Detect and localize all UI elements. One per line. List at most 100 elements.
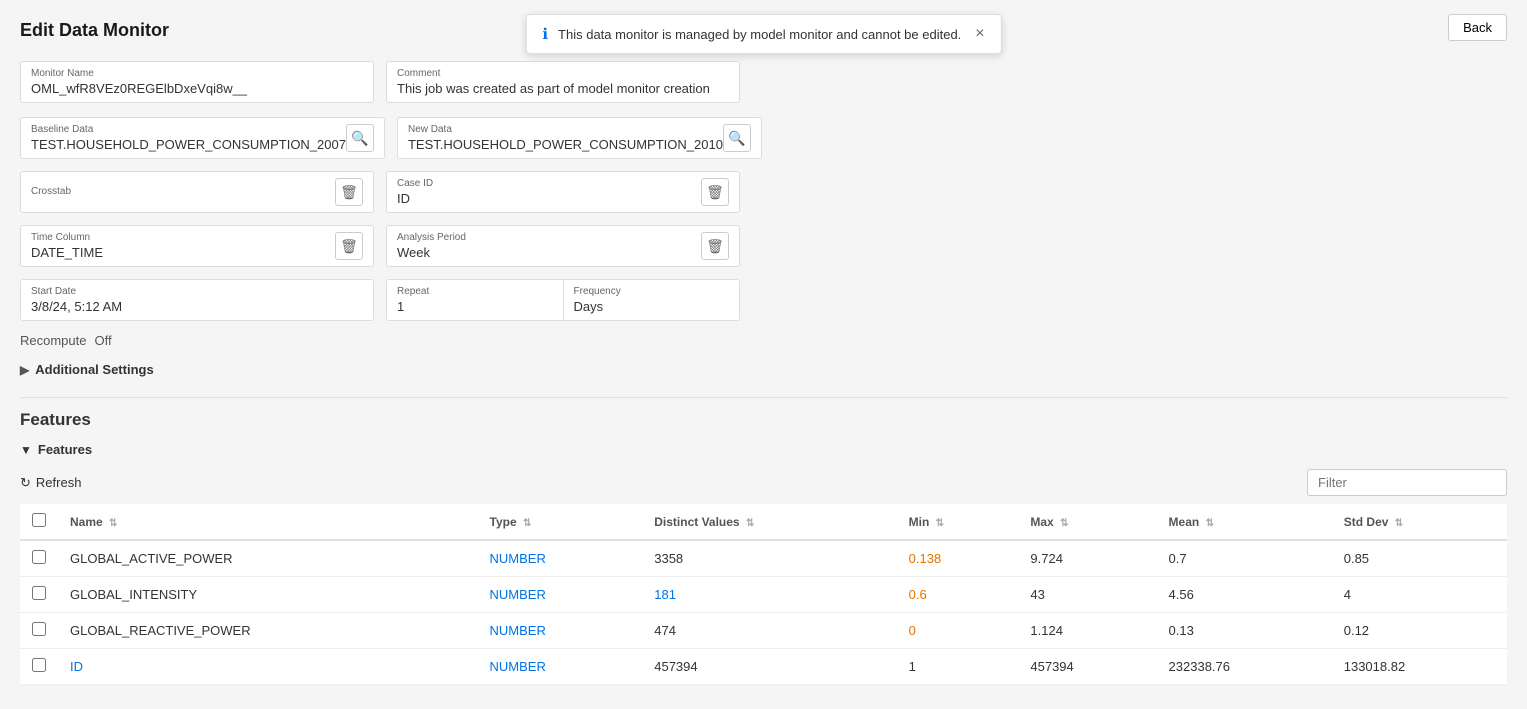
table-row: GLOBAL_REACTIVE_POWER NUMBER 474 0 1.124…: [20, 613, 1507, 649]
row-checkbox-2[interactable]: [32, 622, 46, 636]
monitor-name-value: OML_wfR8VEz0REGElbDxeVqi8w__: [31, 81, 363, 96]
table-row: GLOBAL_INTENSITY NUMBER 181 0.6 43 4.56 …: [20, 577, 1507, 613]
row-mean: 0.7: [1157, 540, 1332, 577]
sort-icon-min: ⇅: [936, 518, 944, 529]
row-checkbox-cell: [20, 540, 58, 577]
row-mean: 4.56: [1157, 577, 1332, 613]
refresh-icon: ↻: [20, 475, 31, 491]
additional-settings-toggle[interactable]: ▶ Additional Settings: [20, 362, 1507, 377]
row-distinct: 474: [642, 613, 896, 649]
new-data-value: TEST.HOUSEHOLD_POWER_CONSUMPTION_2010: [408, 137, 723, 152]
monitor-name-field: Monitor Name OML_wfR8VEz0REGElbDxeVqi8w_…: [20, 61, 374, 103]
row-checkbox-1[interactable]: [32, 586, 46, 600]
row-name: GLOBAL_ACTIVE_POWER: [58, 540, 478, 577]
back-button[interactable]: Back: [1448, 14, 1507, 41]
col-name[interactable]: Name ⇅: [58, 504, 478, 540]
chevron-down-icon: ▼: [20, 443, 32, 457]
refresh-label: Refresh: [36, 475, 82, 490]
col-min[interactable]: Min ⇅: [897, 504, 1019, 540]
row-name: GLOBAL_REACTIVE_POWER: [58, 613, 478, 649]
repeat-field: Repeat 1: [386, 279, 564, 321]
baseline-data-search-button[interactable]: 🔍: [346, 124, 374, 152]
row-checkbox-3[interactable]: [32, 658, 46, 672]
time-analysis-row: Time Column DATE_TIME 🗑 Analysis Period …: [20, 225, 740, 267]
features-subtitle: Features: [38, 442, 92, 457]
section-divider: [20, 397, 1507, 398]
table-row: ID NUMBER 457394 1 457394 232338.76 1330…: [20, 649, 1507, 685]
page-container: Edit Data Monitor ℹ This data monitor is…: [0, 0, 1527, 709]
new-data-search-button[interactable]: 🔍: [723, 124, 751, 152]
row-type: NUMBER: [478, 577, 643, 613]
col-mean[interactable]: Mean ⇅: [1157, 504, 1332, 540]
row-min: 1: [897, 649, 1019, 685]
row-stddev: 0.12: [1332, 613, 1507, 649]
col-max[interactable]: Max ⇅: [1018, 504, 1156, 540]
frequency-label: Frequency: [574, 286, 730, 297]
row-checkbox-cell: [20, 613, 58, 649]
row-max: 457394: [1018, 649, 1156, 685]
additional-settings-label: Additional Settings: [35, 362, 153, 377]
case-id-field: Case ID ID 🗑: [386, 171, 740, 213]
row-checkbox-cell: [20, 577, 58, 613]
start-date-value: 3/8/24, 5:12 AM: [31, 299, 363, 314]
row-min[interactable]: 0.6: [897, 577, 1019, 613]
col-stddev[interactable]: Std Dev ⇅: [1332, 504, 1507, 540]
info-icon: ℹ: [542, 25, 548, 43]
start-repeat-row: Start Date 3/8/24, 5:12 AM Repeat 1 Freq…: [20, 279, 740, 321]
row-mean: 0.13: [1157, 613, 1332, 649]
repeat-label: Repeat: [397, 286, 553, 297]
col-type[interactable]: Type ⇅: [478, 504, 643, 540]
time-column-value: DATE_TIME: [31, 245, 335, 260]
time-column-field: Time Column DATE_TIME 🗑: [20, 225, 374, 267]
analysis-period-value: Week: [397, 245, 701, 260]
refresh-button[interactable]: ↻ Refresh: [20, 475, 81, 491]
recompute-row: Recompute Off: [20, 333, 1507, 348]
time-column-label: Time Column: [31, 232, 335, 243]
analysis-period-label: Analysis Period: [397, 232, 701, 243]
row-min[interactable]: 0.138: [897, 540, 1019, 577]
toast-close-button[interactable]: ×: [975, 25, 984, 43]
comment-field: Comment This job was created as part of …: [386, 61, 740, 103]
col-distinct[interactable]: Distinct Values ⇅: [642, 504, 896, 540]
crosstab-delete-button[interactable]: 🗑: [335, 178, 363, 206]
sort-icon-name: ⇅: [109, 518, 117, 529]
case-id-delete-button[interactable]: 🗑: [701, 178, 729, 206]
row-min[interactable]: 0: [897, 613, 1019, 649]
time-column-delete-button[interactable]: 🗑: [335, 232, 363, 260]
chevron-right-icon: ▶: [20, 363, 29, 377]
analysis-period-delete-button[interactable]: 🗑: [701, 232, 729, 260]
row-type: NUMBER: [478, 649, 643, 685]
start-date-label: Start Date: [31, 286, 363, 297]
new-data-label: New Data: [408, 124, 723, 135]
toast-notification: ℹ This data monitor is managed by model …: [525, 14, 1001, 54]
monitor-name-label: Monitor Name: [31, 68, 363, 79]
frequency-value: Days: [574, 299, 730, 314]
row-name[interactable]: ID: [58, 649, 478, 685]
form-top-row: Monitor Name OML_wfR8VEz0REGElbDxeVqi8w_…: [20, 61, 740, 103]
row-mean: 232338.76: [1157, 649, 1332, 685]
row-max: 1.124: [1018, 613, 1156, 649]
recompute-label: Recompute: [20, 333, 86, 348]
row-distinct: 457394: [642, 649, 896, 685]
crosstab-label: Crosstab: [31, 186, 335, 197]
recompute-value: Off: [94, 333, 111, 348]
repeat-frequency-row: Repeat 1 Frequency Days: [386, 279, 740, 321]
row-type: NUMBER: [478, 540, 643, 577]
row-distinct[interactable]: 181: [642, 577, 896, 613]
select-all-checkbox[interactable]: [32, 513, 46, 527]
filter-input[interactable]: [1307, 469, 1507, 496]
sort-icon-distinct: ⇅: [746, 518, 754, 529]
start-date-field: Start Date 3/8/24, 5:12 AM: [20, 279, 374, 321]
toast-message: This data monitor is managed by model mo…: [558, 27, 961, 42]
table-toolbar: ↻ Refresh: [20, 469, 1507, 496]
case-id-value: ID: [397, 191, 701, 206]
table-header-row: Name ⇅ Type ⇅ Distinct Values ⇅ Min ⇅ Ma…: [20, 504, 1507, 540]
baseline-data-field: Baseline Data TEST.HOUSEHOLD_POWER_CONSU…: [20, 117, 385, 159]
row-checkbox-0[interactable]: [32, 550, 46, 564]
row-distinct: 3358: [642, 540, 896, 577]
crosstab-field: Crosstab 🗑: [20, 171, 374, 213]
data-row: Baseline Data TEST.HOUSEHOLD_POWER_CONSU…: [20, 117, 740, 159]
features-subheader[interactable]: ▼ Features: [20, 442, 1507, 457]
row-name: GLOBAL_INTENSITY: [58, 577, 478, 613]
baseline-data-label: Baseline Data: [31, 124, 346, 135]
